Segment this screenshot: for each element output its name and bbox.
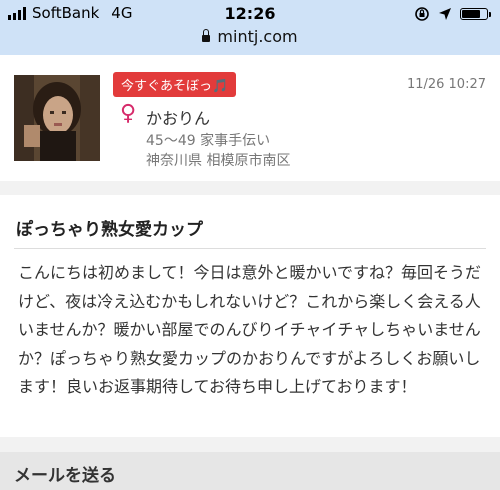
divider — [14, 248, 486, 249]
profile-card[interactable]: 今すぐあそぼっ🎵 11/26 10:27 ♀ かおりん 45〜49 家事手伝い … — [0, 55, 500, 181]
status-icons — [414, 6, 491, 22]
address-bar[interactable]: mintj.com — [0, 27, 500, 46]
send-mail-button[interactable]: メールを送る — [0, 452, 500, 490]
avatar-image — [14, 75, 100, 161]
avatar[interactable] — [14, 75, 100, 161]
send-mail-label: メールを送る — [14, 466, 116, 486]
url-text: mintj.com — [217, 27, 298, 46]
profile-details: 45〜49 家事手伝い 神奈川県 相模原市南区 — [146, 131, 290, 171]
battery-icon — [460, 8, 491, 20]
message-body: こんにちは初めまして！今日は意外と暖かいですね？毎回そうだけど、夜は冷え込むかも… — [18, 263, 482, 396]
location: 神奈川県 相模原市南区 — [146, 153, 291, 169]
message-title: ぽっちゃり熟女愛カップ — [16, 220, 203, 240]
message-panel: ぽっちゃり熟女愛カップ こんにちは初めまして！今日は意外と暖かいですね？毎回そう… — [0, 195, 500, 437]
battery-fill — [462, 10, 480, 18]
lock-icon — [202, 29, 211, 42]
age-occupation: 45〜49 家事手伝い — [146, 133, 271, 149]
profile-name[interactable]: かおりん — [146, 105, 210, 129]
status-badge: 今すぐあそぼっ🎵 — [113, 72, 237, 97]
female-icon: ♀ — [120, 101, 137, 126]
orientation-lock-icon — [415, 7, 429, 21]
location-arrow-icon — [439, 8, 451, 20]
status-bar: SoftBank 4G 12:26 mintj.com — [0, 0, 500, 55]
post-timestamp: 11/26 10:27 — [406, 77, 486, 92]
